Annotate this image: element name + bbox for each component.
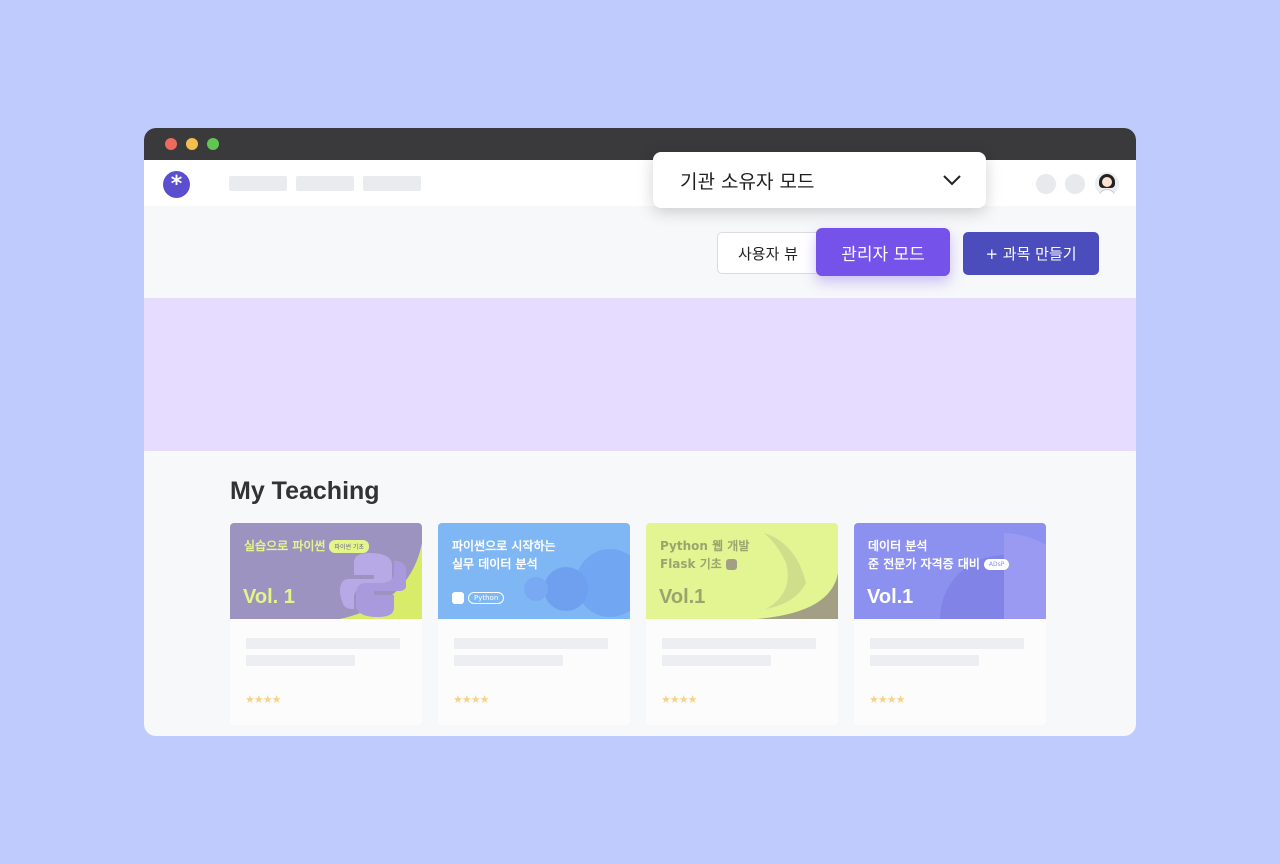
course-title-line: 실습으로 파이썬 파이썬 기초 <box>244 537 369 554</box>
course-title-line: Flask 기초 <box>660 555 737 572</box>
text-placeholder <box>870 655 979 666</box>
rating-stars: ★★★★ <box>245 693 281 706</box>
course-tag: 파이썬 기초 <box>329 540 369 553</box>
create-course-button[interactable]: + 과목 만들기 <box>963 232 1099 275</box>
browser-window: * 사용자 뷰 관리자 모드 + 과목 만들기 My Teaching 실습으로… <box>144 128 1136 736</box>
course-card[interactable]: 데이터 분석 준 전문가 자격증 대비 ADsP Vol.1 ★★★★ <box>854 523 1046 725</box>
section-title: My Teaching <box>230 477 380 505</box>
badge-label: Python <box>468 592 505 604</box>
nav-item-placeholder[interactable] <box>296 176 354 191</box>
course-card[interactable]: Python 웹 개발 Flask 기초 Vol.1 ★★★★ <box>646 523 838 725</box>
course-volume: Vol. 1 <box>243 586 295 608</box>
nav-item-placeholder[interactable] <box>363 176 421 191</box>
chevron-down-icon <box>943 175 961 186</box>
mode-toolbar: 사용자 뷰 관리자 모드 + 과목 만들기 <box>144 206 1136 298</box>
maximize-window-button[interactable] <box>207 138 219 150</box>
course-volume: Vol.1 <box>659 586 706 608</box>
course-card[interactable]: 파이썬으로 시작하는 실무 데이터 분석 Python ★★★★ <box>438 523 630 725</box>
text-placeholder <box>454 638 608 649</box>
course-title-line: Python 웹 개발 <box>660 539 750 553</box>
text-placeholder <box>662 638 816 649</box>
course-thumbnail: Python 웹 개발 Flask 기초 Vol.1 <box>646 523 838 619</box>
python-logo-icon <box>340 553 406 617</box>
course-volume: Vol.1 <box>867 586 914 608</box>
rating-stars: ★★★★ <box>869 693 905 706</box>
course-title-line: 파이썬으로 시작하는 <box>452 539 556 553</box>
user-view-button[interactable]: 사용자 뷰 <box>717 232 827 274</box>
user-avatar[interactable] <box>1095 172 1119 196</box>
course-tag: ADsP <box>983 559 1010 570</box>
window-titlebar <box>144 128 1136 160</box>
owner-mode-dropdown[interactable]: 기관 소유자 모드 <box>653 152 986 208</box>
notification-icon-placeholder[interactable] <box>1036 174 1056 194</box>
course-title-line: 실무 데이터 분석 <box>452 557 538 571</box>
python-badge-icon <box>452 592 464 604</box>
rating-stars: ★★★★ <box>661 693 697 706</box>
close-window-button[interactable] <box>165 138 177 150</box>
text-placeholder <box>454 655 563 666</box>
text-placeholder <box>870 638 1024 649</box>
admin-mode-button[interactable]: 관리자 모드 <box>816 228 950 276</box>
hero-banner <box>144 298 1136 451</box>
course-title-line: 데이터 분석 <box>868 539 928 553</box>
text-placeholder <box>246 638 400 649</box>
rating-stars: ★★★★ <box>453 693 489 706</box>
text-placeholder <box>662 655 771 666</box>
nav-item-placeholder[interactable] <box>229 176 287 191</box>
message-icon-placeholder[interactable] <box>1065 174 1085 194</box>
flask-icon <box>725 559 737 570</box>
course-thumbnail: 파이썬으로 시작하는 실무 데이터 분석 Python <box>438 523 630 619</box>
asterisk-logo-icon[interactable]: * <box>163 171 190 198</box>
course-card[interactable]: 실습으로 파이썬 파이썬 기초 Vol. 1 ★★★★ <box>230 523 422 725</box>
language-badge: Python <box>452 592 505 604</box>
text-placeholder <box>246 655 355 666</box>
course-title-line: 준 전문가 자격증 대비 ADsP <box>868 555 1010 572</box>
course-thumbnail: 실습으로 파이썬 파이썬 기초 Vol. 1 <box>230 523 422 619</box>
top-navigation-bar: * <box>144 160 1136 206</box>
minimize-window-button[interactable] <box>186 138 198 150</box>
course-thumbnail: 데이터 분석 준 전문가 자격증 대비 ADsP Vol.1 <box>854 523 1046 619</box>
dropdown-label: 기관 소유자 모드 <box>680 170 815 193</box>
